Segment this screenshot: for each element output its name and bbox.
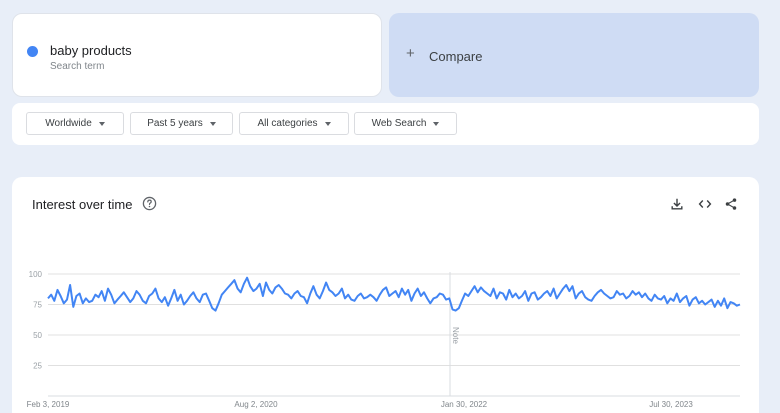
interest-line-chart: 100 75 50 25 Note Feb 3, 2019 Aug 2, 2020 Jan 3… <box>27 270 741 409</box>
chevron-down-icon <box>324 121 331 126</box>
chevron-down-icon <box>209 121 216 126</box>
category-filter[interactable]: All categories <box>239 112 349 135</box>
series-color-dot <box>27 46 38 57</box>
series-line-baby-products <box>47 276 741 312</box>
y-tick-label: 100 <box>29 270 43 279</box>
search-term-label: Search term <box>50 61 105 72</box>
plus-icon: + <box>406 45 415 62</box>
period-filter-label: Past 5 years <box>147 118 203 129</box>
x-tick-label: Jul 30, 2023 <box>649 400 693 409</box>
x-tick-label: Feb 3, 2019 <box>27 400 70 409</box>
chevron-down-icon <box>98 121 105 126</box>
y-tick-label: 75 <box>33 301 42 310</box>
compare-button[interactable]: + Compare <box>389 13 759 97</box>
y-tick-label: 50 <box>33 331 42 340</box>
note-annotation: Note <box>451 327 460 344</box>
search-type-filter[interactable]: Web Search <box>354 112 457 135</box>
filter-bar: Worldwide Past 5 years All categories We… <box>12 103 759 145</box>
category-filter-label: All categories <box>257 118 318 129</box>
region-filter[interactable]: Worldwide <box>26 112 124 135</box>
period-filter[interactable]: Past 5 years <box>130 112 233 135</box>
x-tick-label: Aug 2, 2020 <box>234 400 278 409</box>
interest-over-time-card: Interest over time 100 75 50 25 Note Feb 3, 2… <box>12 177 759 413</box>
search-type-filter-label: Web Search <box>371 118 427 129</box>
region-filter-label: Worldwide <box>45 118 92 129</box>
search-term-card[interactable]: baby products Search term <box>12 13 382 97</box>
search-term-name[interactable]: baby products <box>50 43 132 58</box>
chevron-down-icon <box>433 121 440 126</box>
y-tick-label: 25 <box>33 362 42 371</box>
x-tick-label: Jan 30, 2022 <box>441 400 488 409</box>
compare-label: Compare <box>429 49 483 64</box>
